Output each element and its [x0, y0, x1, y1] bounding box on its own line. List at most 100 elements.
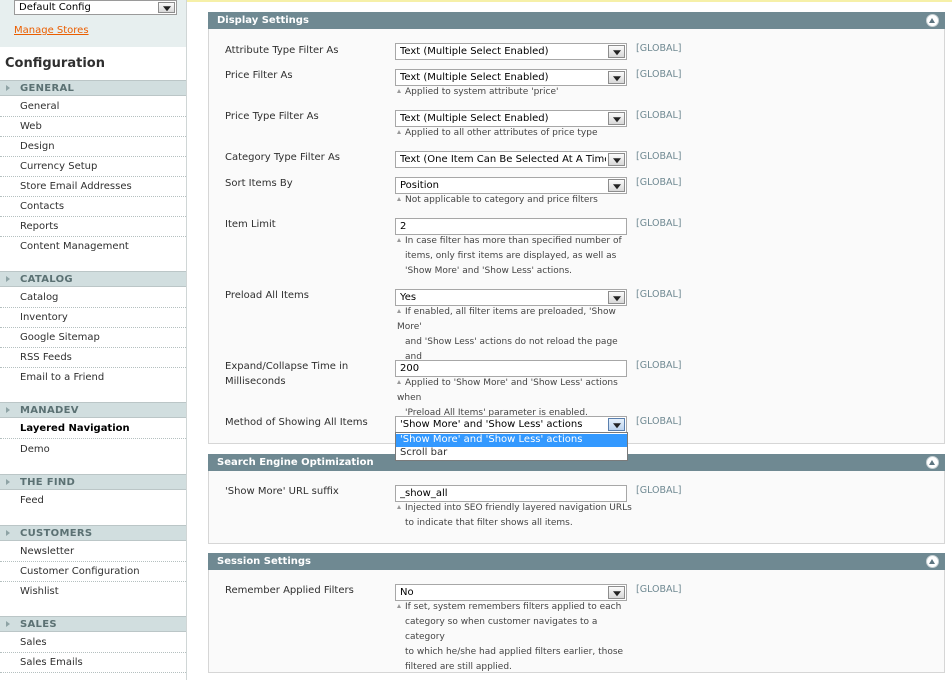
sidebar-item-label: Wishlist [20, 586, 59, 597]
sidebar-item-label: Sales Emails [20, 657, 83, 668]
sidebar-item-google-sitemap[interactable]: Google Sitemap [0, 328, 186, 348]
select-value: 'Show More' and 'Show Less' actions [400, 419, 583, 430]
sidebar-item-design[interactable]: Design [0, 137, 186, 157]
dropdown-option[interactable]: 'Show More' and 'Show Less' actions [396, 434, 627, 447]
scope-label: [GLOBAL] [636, 485, 682, 496]
scope-label: [GLOBAL] [636, 110, 682, 121]
sidebar-item-store-email-addresses[interactable]: Store Email Addresses [0, 177, 186, 197]
show-more-url-suffix-input[interactable]: _show_all [395, 485, 627, 502]
sidebar-item-layered-navigation[interactable]: Layered Navigation [0, 419, 186, 439]
sidebar-item-wishlist[interactable]: Wishlist [0, 582, 186, 615]
select-value: Text (Multiple Select Enabled) [400, 72, 549, 83]
sidebar-item-reports[interactable]: Reports [0, 217, 186, 237]
sidebar-section-the-find[interactable]: THE FIND [0, 474, 186, 490]
sidebar-item-label: Email to a Friend [20, 372, 105, 383]
expand-collapse-time-input[interactable]: 200 [395, 360, 627, 377]
option-label: Scroll bar [400, 447, 448, 458]
chevron-down-icon[interactable] [608, 418, 625, 431]
sidebar-item-label: Inventory [20, 312, 68, 323]
scope-label: [GLOBAL] [636, 584, 682, 595]
sidebar-item-label: Layered Navigation [20, 423, 130, 434]
note-line: filtered are still applied. [405, 662, 512, 672]
sidebar-item-label: Google Sitemap [20, 332, 100, 343]
chevron-down-icon[interactable] [158, 2, 175, 13]
field-label: Method of Showing All Items [225, 417, 368, 428]
item-limit-input[interactable]: 2 [395, 218, 627, 235]
sort-items-select[interactable]: Position [395, 177, 627, 194]
note-line: to indicate that filter shows all items. [405, 518, 573, 528]
sidebar-item-feed[interactable]: Feed [0, 491, 186, 524]
sidebar-section-general[interactable]: GENERAL [0, 80, 186, 96]
chevron-down-icon[interactable] [608, 71, 625, 84]
sidebar-section-customers[interactable]: CUSTOMERS [0, 525, 186, 541]
chevron-down-icon[interactable] [608, 291, 625, 304]
sidebar-divider [186, 47, 187, 680]
hint-arrow-icon [397, 380, 401, 384]
sidebar: Default Config Manage Stores Configurati… [0, 0, 188, 680]
chevron-down-icon[interactable] [608, 45, 625, 58]
sidebar-item-sales-emails[interactable]: Sales Emails [0, 653, 186, 673]
note-text: If set, system remembers filters applied… [405, 602, 622, 612]
sidebar-item-label: Catalog [20, 292, 59, 303]
sidebar-item-demo[interactable]: Demo [0, 440, 186, 473]
method-showing-all-items-select[interactable]: 'Show More' and 'Show Less' actions [395, 416, 627, 433]
sidebar-item-content-management[interactable]: Content Management [0, 237, 186, 270]
sidebar-item-inventory[interactable]: Inventory [0, 308, 186, 328]
section-title: Display Settings [217, 15, 309, 26]
select-value: Yes [400, 292, 417, 303]
chevron-down-icon[interactable] [608, 179, 625, 192]
sidebar-item-catalog[interactable]: Catalog [0, 288, 186, 308]
input-value: 2 [400, 221, 407, 232]
chevron-down-icon[interactable] [608, 153, 625, 166]
hint-arrow-icon [397, 197, 401, 201]
sidebar-section-label: THE FIND [20, 477, 76, 488]
option-label: 'Show More' and 'Show Less' actions [400, 434, 583, 445]
note-text: Applied to all other attributes of price… [405, 128, 598, 138]
preload-all-items-select[interactable]: Yes [395, 289, 627, 306]
note-line: If set, system remembers filters applied… [397, 600, 632, 615]
field-label: Price Type Filter As [225, 111, 319, 122]
sidebar-item-label: Demo [20, 444, 50, 455]
hint-arrow-icon [397, 604, 401, 608]
section-title: Search Engine Optimization [217, 457, 374, 468]
sidebar-section-sales[interactable]: SALES [0, 616, 186, 632]
price-type-filter-select[interactable]: Text (Multiple Select Enabled) [395, 110, 627, 127]
sidebar-section-catalog[interactable]: CATALOG [0, 271, 186, 287]
sidebar-item-sales[interactable]: Sales [0, 633, 186, 653]
sidebar-section-manadev[interactable]: MANADEV [0, 402, 186, 418]
display-settings-header[interactable]: Display Settings [208, 12, 945, 29]
hint-arrow-icon [397, 89, 401, 93]
price-filter-select[interactable]: Text (Multiple Select Enabled) [395, 69, 627, 86]
sidebar-item-rss-feeds[interactable]: RSS Feeds [0, 348, 186, 368]
sidebar-item-web[interactable]: Web [0, 117, 186, 137]
sidebar-item-general[interactable]: General [0, 97, 186, 117]
method-dropdown-list: 'Show More' and 'Show Less' actions Scro… [395, 432, 628, 461]
input-value: 200 [400, 363, 420, 374]
note-text: Not applicable to category and price fil… [405, 195, 598, 205]
hint-arrow-icon [397, 505, 401, 509]
chevron-down-icon[interactable] [608, 586, 625, 599]
dropdown-option[interactable]: Scroll bar [396, 447, 627, 460]
field-label: Sort Items By [225, 178, 293, 189]
category-type-filter-select[interactable]: Text (One Item Can Be Selected At A Time… [395, 151, 627, 168]
field-note: Applied to system attribute 'price' [397, 85, 632, 100]
select-value: Text (Multiple Select Enabled) [400, 113, 549, 124]
collapse-icon[interactable] [926, 14, 939, 27]
remember-applied-filters-select[interactable]: No [395, 584, 627, 601]
attribute-type-filter-select[interactable]: Text (Multiple Select Enabled) [395, 43, 627, 60]
chevron-down-icon[interactable] [608, 112, 625, 125]
sidebar-item-customer-configuration[interactable]: Customer Configuration [0, 562, 186, 582]
field-label-line: Expand/Collapse Time in [225, 361, 349, 372]
collapse-icon[interactable] [926, 456, 939, 469]
session-header[interactable]: Session Settings [208, 553, 945, 570]
sidebar-item-newsletter[interactable]: Newsletter [0, 542, 186, 562]
sidebar-item-label: Currency Setup [20, 161, 98, 172]
sidebar-item-contacts[interactable]: Contacts [0, 197, 186, 217]
sidebar-item-label: Store Email Addresses [20, 181, 132, 192]
collapse-icon[interactable] [926, 555, 939, 568]
manage-stores-link[interactable]: Manage Stores [14, 25, 89, 36]
sidebar-item-email-to-a-friend[interactable]: Email to a Friend [0, 368, 186, 401]
sidebar-item-currency-setup[interactable]: Currency Setup [0, 157, 186, 177]
sidebar-item-label: Web [20, 121, 42, 132]
store-scope-select[interactable]: Default Config [14, 0, 177, 15]
